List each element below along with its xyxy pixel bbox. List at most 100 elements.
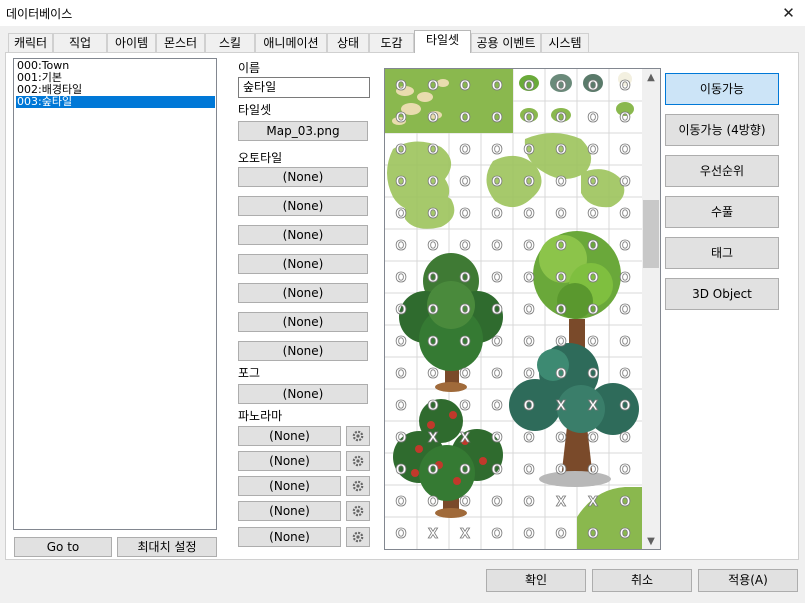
tab-skill[interactable]: 스킬 [205,33,255,52]
passable-marker[interactable]: O [491,463,503,479]
passable-marker[interactable]: O [491,431,503,447]
passable-marker[interactable]: O [395,463,407,479]
bush-mode-button[interactable]: 수풀 [665,196,779,228]
passable-marker[interactable]: O [427,399,439,415]
passable-marker[interactable]: O [491,79,503,95]
passable-marker[interactable]: O [619,399,631,415]
passable-marker[interactable]: O [427,463,439,479]
tab-encyclopedia[interactable]: 도감 [369,33,414,52]
autotile-button[interactable]: (None) [238,283,368,303]
passable-marker[interactable]: O [395,431,407,447]
passable-marker[interactable]: O [555,111,567,127]
passable-marker[interactable]: O [427,79,439,95]
passable-marker[interactable]: O [491,367,503,383]
passable-marker[interactable]: O [427,175,439,191]
passable-marker[interactable]: O [491,303,503,319]
blocked-marker[interactable]: X [428,431,439,447]
passable-marker[interactable]: O [395,399,407,415]
passable-marker[interactable]: O [427,207,439,223]
passable-marker[interactable]: O [619,335,631,351]
tab-monster[interactable]: 몬스터 [156,33,205,52]
passable-marker[interactable]: O [491,239,503,255]
passable-mode-button[interactable]: 이동가능 [665,73,779,105]
passable-marker[interactable]: O [523,239,535,255]
passable-marker[interactable]: O [619,111,631,127]
passable-marker[interactable]: O [395,335,407,351]
passable-marker[interactable]: O [395,495,407,511]
passable-marker[interactable]: O [587,175,599,191]
autotile-button[interactable]: (None) [238,167,368,187]
passable-marker[interactable]: O [491,495,503,511]
passable-marker[interactable]: O [491,271,503,287]
passable-marker[interactable]: O [523,367,535,383]
panorama-button[interactable]: (None) [238,501,341,521]
passable-marker[interactable]: O [523,399,535,415]
passable-marker[interactable]: O [555,239,567,255]
passable-marker[interactable]: O [619,239,631,255]
passable-marker[interactable]: O [619,143,631,159]
passable-marker[interactable]: O [491,111,503,127]
passable-marker[interactable]: O [555,175,567,191]
apply-button[interactable]: 적용(A) [698,569,798,592]
passable-marker[interactable]: O [555,271,567,287]
passable-marker[interactable]: O [459,399,471,415]
passable-marker[interactable]: O [491,399,503,415]
passable-marker[interactable]: O [619,303,631,319]
tileset-canvas[interactable]: O O O O O O O OO O O O O O O OO O O O O O O OO O O O O O O OO O O O O O O O… [385,69,643,549]
fog-button[interactable]: (None) [238,384,368,404]
autotile-button[interactable]: (None) [238,341,368,361]
panorama-button[interactable]: (None) [238,476,341,496]
passable-marker[interactable]: O [587,79,599,95]
passable-marker[interactable]: O [459,239,471,255]
passable-marker[interactable]: O [395,271,407,287]
passable-marker[interactable]: O [619,431,631,447]
passable-marker[interactable]: O [459,79,471,95]
panorama-button[interactable]: (None) [238,451,341,471]
blocked-marker[interactable]: X [460,527,471,543]
passable-marker[interactable]: O [523,463,535,479]
passable-marker[interactable]: O [427,335,439,351]
passable-marker[interactable]: O [619,271,631,287]
passable-marker[interactable]: O [395,207,407,223]
blocked-marker[interactable]: X [588,495,599,511]
passable-marker[interactable]: O [555,335,567,351]
name-field[interactable]: 숲타일 [238,77,370,98]
passable-marker[interactable]: O [619,207,631,223]
cancel-button[interactable]: 취소 [592,569,692,592]
passable-marker[interactable]: O [491,175,503,191]
passable-marker[interactable]: O [523,175,535,191]
passable-marker[interactable]: O [523,79,535,95]
passable-marker[interactable]: O [555,527,567,543]
passable-marker[interactable]: O [427,495,439,511]
close-icon[interactable]: ✕ [772,0,805,26]
passable-marker[interactable]: O [619,495,631,511]
passable-marker[interactable]: O [395,527,407,543]
gear-icon[interactable] [346,501,370,521]
passable-marker[interactable]: O [427,143,439,159]
passable-marker[interactable]: O [491,335,503,351]
passable-marker[interactable]: O [619,527,631,543]
passable-marker[interactable]: O [459,335,471,351]
autotile-button[interactable]: (None) [238,312,368,332]
passable-marker[interactable]: O [459,207,471,223]
passable-marker[interactable]: O [427,303,439,319]
passable-marker[interactable]: O [587,463,599,479]
passable-marker[interactable]: O [587,431,599,447]
passable-marker[interactable]: O [555,463,567,479]
passable-marker[interactable]: O [555,207,567,223]
autotile-button[interactable]: (None) [238,254,368,274]
priority-mode-button[interactable]: 우선순위 [665,155,779,187]
blocked-marker[interactable]: X [556,495,567,511]
scroll-up-icon[interactable]: ▲ [642,72,660,83]
list-item-selected[interactable]: 003:숲타일 [16,96,215,108]
passable-marker[interactable]: O [459,271,471,287]
passable-marker[interactable]: O [395,143,407,159]
passable-marker[interactable]: O [619,463,631,479]
passable-marker[interactable]: O [395,111,407,127]
passable-marker[interactable]: O [459,463,471,479]
passable-marker[interactable]: O [587,367,599,383]
tab-class[interactable]: 직업 [53,33,107,52]
passable-marker[interactable]: O [523,495,535,511]
passable-marker[interactable]: O [523,527,535,543]
blocked-marker[interactable]: X [556,399,567,415]
